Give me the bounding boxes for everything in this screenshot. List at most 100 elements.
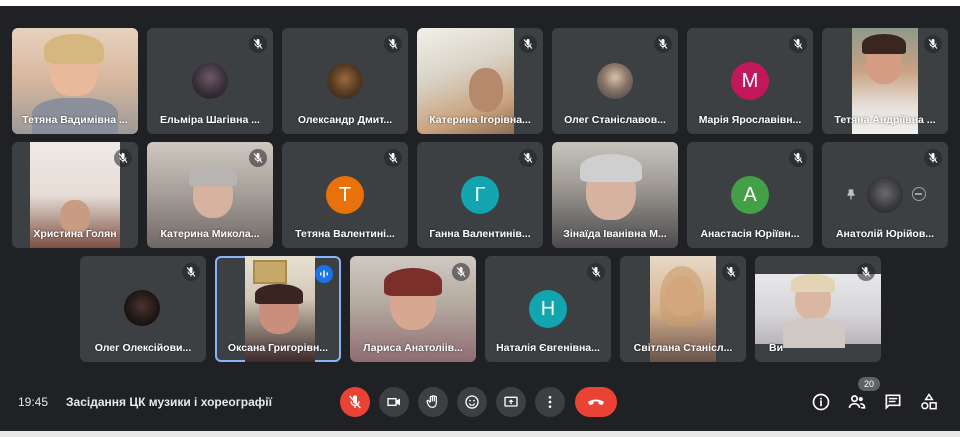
participant-name: Тетяна Андріївна ... [834, 114, 936, 126]
participant-name: Ганна Валентинів... [429, 228, 531, 240]
participant-tile[interactable]: Катерина Ігорівна... [417, 28, 543, 134]
participant-tile[interactable]: М Марія Ярославівн... [687, 28, 813, 134]
participant-name: Марія Ярославівн... [698, 114, 802, 126]
camera-toggle-button[interactable] [379, 387, 409, 417]
participant-avatar [327, 63, 363, 99]
mic-off-icon [519, 35, 537, 53]
chat-button[interactable] [883, 392, 903, 412]
raise-hand-button[interactable] [418, 387, 448, 417]
participant-tile[interactable]: Світлана Станісл... [620, 256, 746, 362]
participant-name: Наталія Євгенівна... [496, 342, 600, 354]
remove-icon[interactable] [912, 187, 926, 201]
reactions-button[interactable] [457, 387, 487, 417]
present-icon [504, 396, 518, 407]
browser-bottom-edge [0, 431, 960, 437]
speaking-icon [315, 265, 333, 283]
participant-name: Тетяна Вадимівна ... [22, 114, 128, 126]
participant-name: Олег Олексійови... [94, 342, 192, 354]
participant-tile-self[interactable]: Ви [755, 256, 881, 362]
participant-name: Тетяна Валентинi... [295, 228, 395, 240]
participant-video-frame [253, 260, 287, 284]
participant-name: Олег Станіславов... [564, 114, 666, 126]
participant-tile[interactable]: Ельміра Шагівна ... [147, 28, 273, 134]
participant-name: Ельміра Шагівна ... [160, 114, 260, 126]
participant-tile[interactable]: Олег Олексійови... [80, 256, 206, 362]
participant-initial-avatar: Н [529, 290, 567, 328]
mic-off-icon [587, 263, 605, 281]
participant-name: Оксана Григорівн... [227, 342, 329, 354]
participant-count-badge: 20 [858, 377, 880, 391]
participant-name: Христина Голян [33, 228, 117, 240]
pin-icon[interactable] [844, 186, 858, 202]
mic-off-icon [789, 35, 807, 53]
mic-off-icon [452, 263, 470, 281]
people-icon [848, 395, 866, 409]
mic-off-icon [857, 263, 875, 281]
mic-off-icon [182, 263, 200, 281]
mic-off-icon [384, 35, 402, 53]
more-options-icon [548, 396, 552, 408]
leave-call-button[interactable] [575, 387, 617, 417]
participant-name: Лариса Анатоліів... [363, 342, 463, 354]
mic-off-icon [924, 35, 942, 53]
mic-off-icon [349, 395, 361, 409]
mic-off-icon [722, 263, 740, 281]
remove-icon-bar [915, 193, 922, 195]
mic-off-icon [789, 149, 807, 167]
mic-off-icon [114, 149, 132, 167]
emoji-icon [465, 395, 479, 409]
participant-tile[interactable]: Олег Станіславов... [552, 28, 678, 134]
participant-video-hair [791, 274, 835, 292]
participant-video-hair [384, 268, 442, 296]
participant-name: Анастасія Юріївн... [700, 228, 800, 240]
participant-name: Зінаїда Іванівна М... [563, 228, 667, 240]
participant-tile[interactable]: Тетяна Вадимівна ... [12, 28, 138, 134]
meeting-title: Засідання ЦК музики і хореографії [66, 395, 272, 409]
participant-tile[interactable]: Н Наталія Євгенівна... [485, 256, 611, 362]
participant-tile[interactable]: А Анастасія Юріївн... [687, 142, 813, 248]
chat-icon [885, 394, 901, 410]
participant-tile[interactable]: Г Ганна Валентинів... [417, 142, 543, 248]
browser-top-edge [0, 0, 960, 6]
participant-tile[interactable]: Зінаїда Іванівна М... [552, 142, 678, 248]
participant-video-hair [580, 154, 642, 182]
participant-name: Олександр Дмит... [297, 114, 393, 126]
meeting-details-button[interactable] [811, 392, 831, 412]
participant-tile[interactable]: Олександр Дмит... [282, 28, 408, 134]
participant-video-hair [862, 34, 906, 54]
meeting-time: 19:45 [18, 395, 49, 409]
camera-icon [387, 398, 400, 406]
participant-name: Ви [769, 342, 784, 354]
hand-raise-icon [426, 395, 437, 408]
present-screen-button[interactable] [496, 387, 526, 417]
mic-off-icon [519, 149, 537, 167]
mic-off-icon [384, 149, 402, 167]
participant-video-hair [189, 164, 237, 186]
people-button[interactable] [847, 392, 867, 412]
participant-avatar [597, 63, 633, 99]
participant-tile[interactable]: Катерина Микола... [147, 142, 273, 248]
participant-tile[interactable]: Т Тетяна Валентинi... [282, 142, 408, 248]
participant-name: Катерина Ігорівна... [429, 114, 531, 126]
mic-toggle-button[interactable] [340, 387, 370, 417]
participant-initial-avatar: А [731, 176, 769, 214]
participant-tile[interactable]: Анатолій Юрійов... [822, 142, 948, 248]
participant-avatar [124, 290, 160, 326]
mic-off-icon [654, 35, 672, 53]
participant-tile-active-speaker[interactable]: Оксана Григорівн... [215, 256, 341, 362]
participant-initial-avatar: Г [461, 176, 499, 214]
participant-tile[interactable]: Христина Голян [12, 142, 138, 248]
participant-tile[interactable]: Лариса Анатоліів... [350, 256, 476, 362]
activities-button[interactable] [919, 392, 939, 412]
self-video [755, 274, 881, 348]
activities-icon [921, 393, 937, 410]
participant-name: Анатолій Юрійов... [835, 228, 935, 240]
more-options-button[interactable] [535, 387, 565, 417]
info-icon [812, 393, 830, 411]
mic-off-icon [249, 149, 267, 167]
participant-tile[interactable]: Тетяна Андріївна ... [822, 28, 948, 134]
participant-video-face [469, 68, 503, 112]
participant-video-hair [44, 34, 104, 64]
participant-initial-avatar: Т [326, 176, 364, 214]
participant-name: Катерина Микола... [160, 228, 260, 240]
